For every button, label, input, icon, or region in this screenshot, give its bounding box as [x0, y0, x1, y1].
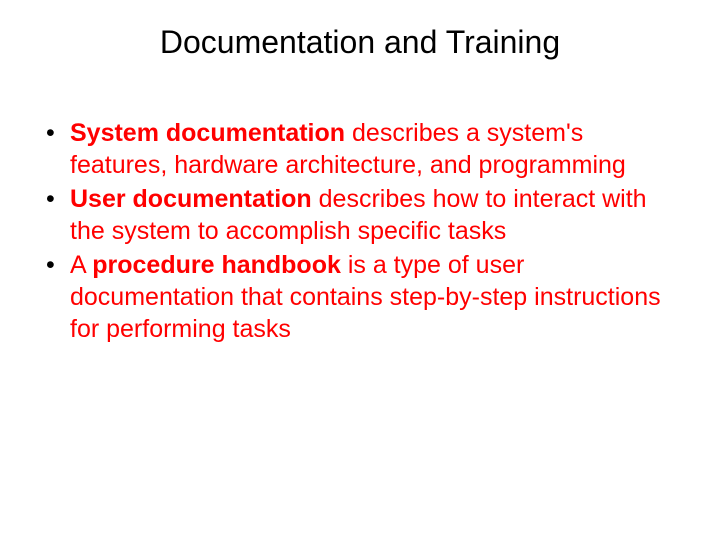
bullet-list: System documentation describes a system'…	[36, 117, 684, 345]
bullet-item: A procedure handbook is a type of user d…	[36, 249, 684, 345]
bullet-term: System documentation	[70, 119, 345, 147]
bullet-item: User documentation describes how to inte…	[36, 183, 684, 247]
bullet-term: procedure handbook	[92, 251, 341, 279]
bullet-term: User documentation	[70, 185, 312, 213]
bullet-item: System documentation describes a system'…	[36, 117, 684, 181]
slide-container: Documentation and Training System docume…	[0, 0, 720, 371]
slide-title: Documentation and Training	[36, 24, 684, 61]
bullet-prefix: A	[70, 251, 92, 279]
